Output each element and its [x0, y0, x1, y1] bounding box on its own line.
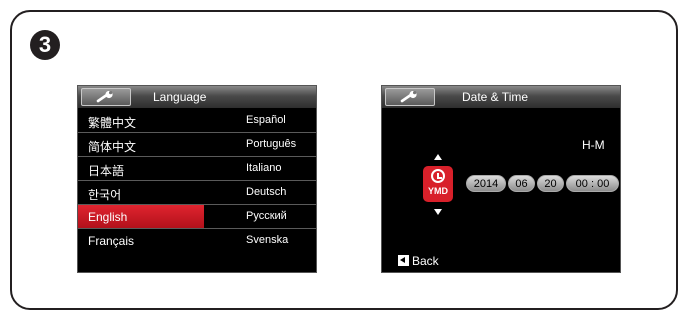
language-option[interactable]: 한국어 — [88, 186, 121, 203]
screen-title: Language — [153, 90, 207, 104]
language-option-selected[interactable]: English — [88, 210, 127, 224]
language-screen: Language 繁體中文 Español 简体中文 Português 日本語… — [77, 85, 317, 273]
language-option[interactable]: Italiano — [246, 162, 281, 174]
language-option[interactable]: 简体中文 — [88, 138, 136, 155]
date-time-title-bar: Date & Time — [382, 86, 620, 108]
language-row[interactable]: 日本語 Italiano — [78, 157, 316, 181]
ymd-clock-icon[interactable]: YMD — [423, 166, 453, 202]
language-row[interactable]: 简体中文 Português — [78, 133, 316, 157]
date-format-label: YMD — [428, 186, 448, 196]
language-title-bar: Language — [78, 86, 316, 108]
up-arrow-icon[interactable] — [434, 154, 442, 160]
wrench-icon — [96, 91, 113, 103]
language-option[interactable]: Svenska — [246, 234, 288, 246]
year-field[interactable]: 2014 — [466, 175, 506, 192]
language-option[interactable]: Español — [246, 114, 286, 126]
time-field[interactable]: 00 : 00 — [566, 175, 619, 192]
language-option[interactable]: 繁體中文 — [88, 114, 136, 131]
date-time-screen: Date & Time H-M YMD 2014 06 20 00 : 00 B… — [381, 85, 621, 273]
language-row[interactable]: 繁體中文 Español — [78, 109, 316, 133]
back-arrow-icon — [398, 255, 409, 266]
language-row[interactable]: Français Svenska — [78, 229, 316, 253]
language-option[interactable]: 日本語 — [88, 162, 124, 179]
language-option[interactable]: Français — [88, 234, 134, 248]
back-label: Back — [412, 254, 439, 268]
screen-title: Date & Time — [462, 90, 529, 104]
language-row-selected[interactable]: English Русский — [78, 205, 316, 229]
language-option[interactable]: Português — [246, 138, 296, 150]
time-format-label: H-M — [582, 138, 605, 152]
back-button[interactable]: Back — [398, 254, 439, 268]
language-option[interactable]: Русский — [246, 210, 287, 222]
settings-tab[interactable] — [81, 88, 131, 106]
language-row[interactable]: 한국어 Deutsch — [78, 181, 316, 205]
language-option[interactable]: Deutsch — [246, 186, 286, 198]
wrench-icon — [400, 91, 417, 103]
clock-icon — [431, 169, 445, 183]
month-field[interactable]: 06 — [508, 175, 535, 192]
step-number-badge: 3 — [30, 30, 60, 60]
settings-tab[interactable] — [385, 88, 435, 106]
day-field[interactable]: 20 — [537, 175, 564, 192]
down-arrow-icon[interactable] — [434, 209, 442, 215]
